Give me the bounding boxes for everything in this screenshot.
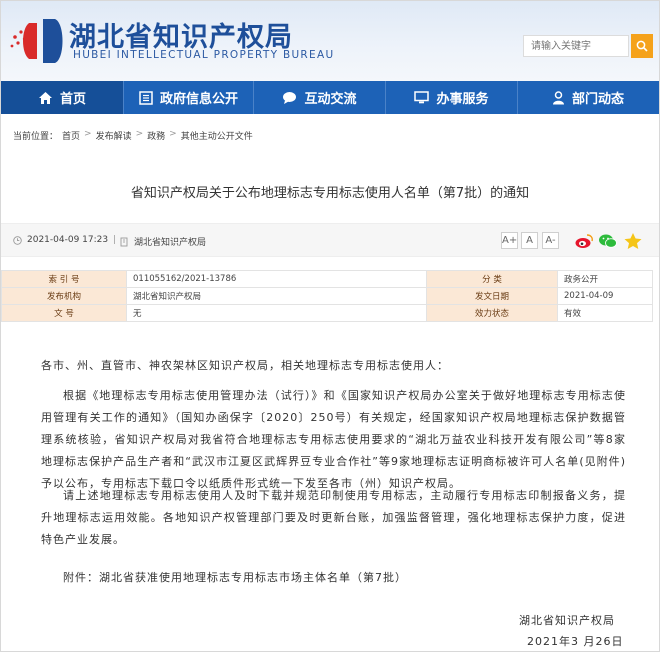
favorite-star-icon[interactable]: [623, 232, 643, 250]
monitor-icon: [414, 91, 430, 104]
site-name-en: HUBEI INTELLECTUAL PROPERTY BUREAU: [73, 49, 335, 61]
search-icon: [636, 40, 648, 52]
breadcrumb-separator: >: [135, 129, 144, 139]
search-input[interactable]: [523, 35, 629, 57]
nav-dept-news-label: 部门动态: [571, 92, 624, 107]
weibo-icon[interactable]: [574, 232, 594, 250]
wechat-icon[interactable]: [598, 232, 618, 250]
info-value: 湖北省知识产权局: [126, 287, 427, 305]
article-source-text: 湖北省知识产权局: [134, 238, 207, 248]
info-value: 2021-04-09: [557, 287, 653, 305]
info-label: 发布机构: [1, 287, 127, 305]
attachment-link[interactable]: 附件：湖北省获准使用地理标志专用标志市场主体名单（第7批）: [41, 567, 626, 589]
publish-date: 2021-04-09 17:23 |: [13, 235, 116, 245]
font-size-decrease-button[interactable]: A-: [542, 232, 559, 249]
main-nav: 首页 政府信息公开 互动交流 办事服务 部门动态: [1, 81, 659, 114]
user-icon: [552, 90, 565, 105]
breadcrumb: 当前位置： 首页 > 发布解读 > 政務 > 其他主动公开文件: [13, 129, 253, 142]
publish-date-text: 2021-04-09 17:23: [27, 235, 109, 245]
nav-dept-news[interactable]: 部门动态: [518, 81, 658, 114]
building-icon: [120, 237, 128, 246]
page-title: 省知识产权局关于公布地理标志专用标志使用人名单（第7批）的通知: [130, 186, 530, 201]
chat-icon: [282, 91, 297, 105]
body-paragraph-1: 根据《地理标志专用标志使用管理办法（试行）》和《国家知识产权局办公室关于做好地理…: [41, 389, 626, 490]
info-value: 有效: [557, 304, 653, 322]
nav-gov-info-label: 政府信息公开: [159, 92, 238, 107]
nav-home[interactable]: 首页: [1, 81, 123, 114]
info-label: 效力状态: [426, 304, 558, 322]
site-logo-icon[interactable]: [7, 15, 67, 67]
greeting-paragraph: 各市、州、直管市、神农架林区知识产权局，相关地理标志专用标志使用人：: [41, 359, 449, 372]
font-size-increase-button[interactable]: A+: [501, 232, 518, 249]
breadcrumb-item[interactable]: 首页: [62, 129, 80, 142]
home-icon: [38, 91, 53, 105]
nav-services-label: 办事服务: [436, 92, 489, 107]
document-info-table: 索 引 号 011055162/2021-13786 分 类 政务公开 发布机构…: [1, 270, 653, 322]
clock-icon: [13, 235, 22, 245]
info-label: 分 类: [426, 270, 558, 288]
table-row: 发布机构 湖北省知识产权局 发文日期 2021-04-09: [1, 287, 653, 305]
breadcrumb-item[interactable]: 政務: [147, 129, 165, 142]
search-button[interactable]: [631, 34, 653, 58]
document-icon: [139, 90, 153, 105]
sign-date: 2021年3 月26日: [527, 635, 624, 648]
signature: 湖北省知识产权局: [519, 614, 615, 627]
breadcrumb-item[interactable]: 其他主动公开文件: [181, 129, 253, 142]
meta-divider: |: [113, 235, 117, 245]
table-row: 文 号 无 效力状态 有效: [1, 304, 653, 322]
article-meta-bar: 2021-04-09 17:23 | 湖北省知识产权局 A+ A A-: [1, 223, 659, 257]
breadcrumb-separator: >: [169, 129, 177, 139]
breadcrumb-item[interactable]: 发布解读: [96, 129, 132, 142]
breadcrumb-separator: >: [84, 129, 92, 139]
breadcrumb-prefix: 当前位置：: [13, 132, 59, 142]
info-label: 发文日期: [426, 287, 558, 305]
nav-gov-info[interactable]: 政府信息公开: [124, 81, 253, 114]
article-source: 湖北省知识产权局: [119, 235, 206, 248]
body-paragraph-2: 请上述地理标志专用标志使用人及时下载并规范印制使用专用标志，主动履行专用标志印制…: [41, 489, 626, 546]
info-value: 政务公开: [557, 270, 653, 288]
info-value: 011055162/2021-13786: [126, 270, 427, 288]
nav-services[interactable]: 办事服务: [386, 81, 517, 114]
info-label: 文 号: [1, 304, 127, 322]
site-header: 湖北省知识产权局 HUBEI INTELLECTUAL PROPERTY BUR…: [1, 1, 659, 81]
info-label: 索 引 号: [1, 270, 127, 288]
font-size-normal-button[interactable]: A: [521, 232, 538, 249]
table-row: 索 引 号 011055162/2021-13786 分 类 政务公开: [1, 270, 653, 288]
nav-interaction[interactable]: 互动交流: [254, 81, 385, 114]
nav-home-label: 首页: [59, 92, 86, 107]
nav-interaction-label: 互动交流: [304, 92, 357, 107]
info-value: 无: [126, 304, 427, 322]
